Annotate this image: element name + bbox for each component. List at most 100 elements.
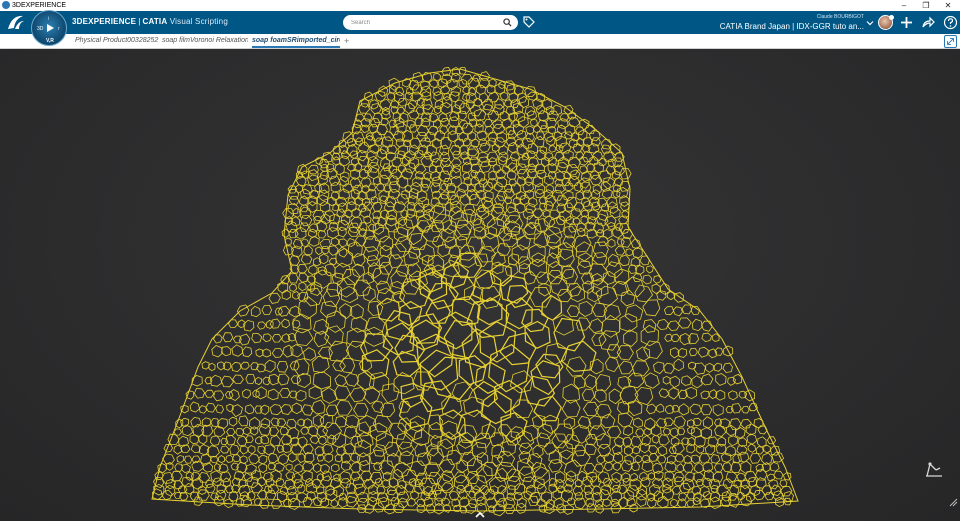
foam-cell xyxy=(727,390,738,401)
foam-cell xyxy=(321,246,330,254)
foam-cell xyxy=(308,386,322,400)
tab-soap-foam[interactable]: soap foamSRimported_circ xyxy=(252,36,340,48)
foam-cell xyxy=(198,405,207,414)
search-box[interactable] xyxy=(343,15,518,30)
foam-cell xyxy=(677,498,687,508)
close-button[interactable]: ✕ xyxy=(937,0,959,11)
foam-cell xyxy=(365,316,386,336)
robot-icon[interactable] xyxy=(922,456,946,480)
foam-cell xyxy=(319,463,330,475)
foam-cell xyxy=(400,168,414,180)
foam-cell xyxy=(362,246,380,262)
search-input[interactable] xyxy=(351,17,496,28)
foam-cell xyxy=(499,91,509,101)
foam-cell xyxy=(556,144,564,153)
foam-cell xyxy=(181,463,191,474)
foam-cell xyxy=(352,279,372,297)
foam-cell xyxy=(592,252,608,265)
fullscreen-icon[interactable] xyxy=(944,35,957,48)
3d-viewport[interactable] xyxy=(0,49,960,521)
foam-cell xyxy=(725,445,737,457)
foam-cell xyxy=(658,388,670,398)
foam-cell xyxy=(676,463,685,473)
resize-grip-icon[interactable] xyxy=(948,497,958,507)
play-icon[interactable] xyxy=(47,24,54,32)
foam-cell xyxy=(213,390,225,402)
foam-cell xyxy=(728,435,739,447)
foam-cell xyxy=(196,489,210,501)
foam-cell xyxy=(509,152,521,162)
foam-cell xyxy=(211,345,223,358)
foam-cell xyxy=(534,163,546,175)
foam-cell xyxy=(432,72,441,82)
foam-cell xyxy=(222,332,234,343)
foam-cell xyxy=(679,482,691,494)
workspace-selector[interactable]: CATIA Brand Japan | IDX-GGR tuto an... xyxy=(672,22,864,31)
foam-cell xyxy=(700,320,713,332)
foam-cell xyxy=(407,246,422,259)
foam-cell xyxy=(395,86,405,97)
foam-cell xyxy=(441,96,453,109)
foam-cell xyxy=(565,356,587,377)
tag-icon[interactable] xyxy=(522,15,536,29)
foam-cell xyxy=(672,306,683,317)
foam-cell xyxy=(428,79,439,89)
foam-cell xyxy=(524,320,551,349)
foam-cell xyxy=(267,388,279,401)
foam-cell xyxy=(606,425,622,439)
voronoi-foam-model[interactable] xyxy=(0,49,960,521)
foam-cell xyxy=(494,98,505,110)
foam-cell xyxy=(714,425,727,437)
foam-cell xyxy=(204,389,215,398)
foam-cell xyxy=(596,454,606,465)
foam-cell xyxy=(632,445,641,455)
foam-cell xyxy=(657,454,667,464)
foam-cell xyxy=(302,418,313,429)
ds-logo-icon[interactable] xyxy=(6,13,26,32)
foam-cell xyxy=(251,333,263,344)
foam-cell xyxy=(573,182,584,192)
plus-icon[interactable] xyxy=(899,15,914,30)
foam-cell xyxy=(535,271,550,285)
foam-cell xyxy=(439,125,449,134)
compass-widget[interactable]: i 3D r V,R xyxy=(31,10,67,46)
foam-cell xyxy=(715,373,727,386)
foam-cell xyxy=(221,375,234,388)
foam-cell xyxy=(300,254,313,265)
foam-cell xyxy=(505,202,517,214)
foam-cell xyxy=(322,421,342,440)
restore-button[interactable]: ❐ xyxy=(915,0,937,11)
share-icon[interactable] xyxy=(921,15,936,30)
chevron-down-icon[interactable] xyxy=(866,19,874,27)
search-icon[interactable] xyxy=(503,18,512,27)
chevron-up-icon[interactable] xyxy=(474,510,486,520)
minimize-button[interactable]: – xyxy=(893,0,915,11)
foam-cell xyxy=(408,80,420,91)
foam-cell xyxy=(611,226,623,239)
foam-cell xyxy=(338,246,348,258)
foam-cell xyxy=(379,167,392,180)
foam-cell xyxy=(232,374,244,384)
foam-cells xyxy=(151,66,794,517)
foam-cell xyxy=(419,267,443,294)
avatar[interactable] xyxy=(878,15,894,30)
foam-cell xyxy=(232,454,241,463)
foam-cell xyxy=(310,399,326,415)
foam-cell xyxy=(515,502,527,514)
foam-cell xyxy=(193,388,205,399)
help-icon[interactable] xyxy=(943,15,958,30)
foam-cell xyxy=(533,395,562,422)
foam-cell xyxy=(228,416,238,427)
foam-cell xyxy=(487,132,498,142)
add-tab-button[interactable]: + xyxy=(344,36,349,46)
foam-cell xyxy=(668,387,679,400)
tab-soap-film[interactable]: soap filmVoronoi Relaxation xyxy=(162,36,248,48)
foam-cell xyxy=(408,195,418,206)
tab-physical-product[interactable]: Physical Product00328252 xyxy=(75,36,159,48)
foam-cell xyxy=(602,270,616,286)
foam-cell xyxy=(181,424,194,437)
foam-cell xyxy=(243,426,252,436)
user-name: Claude BOURBIGOT xyxy=(816,14,864,20)
foam-cell xyxy=(353,402,369,417)
foam-cell xyxy=(309,435,320,444)
